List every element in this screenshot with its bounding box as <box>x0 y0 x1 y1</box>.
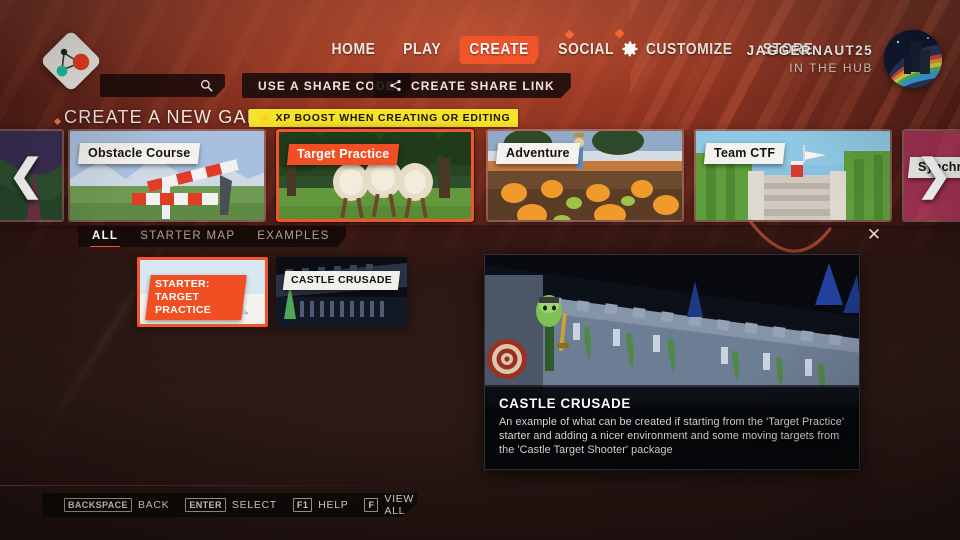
close-icon[interactable]: ✕ <box>866 226 882 243</box>
user-name: JAGGERNAUT25 <box>746 43 873 58</box>
thumbnail-starter-target-practice[interactable]: STARTER: TARGET PRACTICE <box>137 257 268 327</box>
carousel-card-adventure[interactable]: Adventure <box>486 129 684 222</box>
hint-back-label: BACK <box>137 499 170 511</box>
key-f: F <box>364 498 379 512</box>
hint-help: F1 HELP <box>292 498 349 512</box>
footer-hints: BACKSPACE BACK ENTER SELECT F1 HELP F VI… <box>42 493 417 517</box>
detail-description: An example of what can be created if sta… <box>499 416 844 456</box>
page-title: CREATE A NEW GAME <box>64 107 277 127</box>
create-share-link-label: CREATE SHARE LINK <box>411 78 555 93</box>
carousel-card-label: Adventure <box>495 143 580 164</box>
key-backspace: BACKSPACE <box>64 498 132 512</box>
carousel-card-team-ctf[interactable]: Team CTF <box>694 129 892 222</box>
detail-title: CASTLE CRUSADE <box>499 395 631 411</box>
search-icon[interactable] <box>200 79 213 92</box>
carousel-card-label: Obstacle Course <box>77 143 201 164</box>
key-f1: F1 <box>292 498 313 512</box>
carousel-prev-button[interactable]: ❮ <box>6 154 46 199</box>
filter-tabs: ALL STARTER MAP EXAMPLES <box>78 226 346 247</box>
avatar[interactable] <box>884 30 942 88</box>
share-icon <box>390 79 401 92</box>
carousel-card-obstacle-course[interactable]: Obstacle Course <box>68 129 266 222</box>
detail-preview-image <box>485 255 859 407</box>
template-carousel: Obstacle Course Target Practice Adventur… <box>0 129 960 222</box>
detail-panel: CASTLE CRUSADE An example of what can be… <box>484 254 860 470</box>
game-logo[interactable] <box>39 29 103 93</box>
create-share-link-button[interactable]: CREATE SHARE LINK <box>373 73 571 98</box>
detail-info: CASTLE CRUSADE An example of what can be… <box>485 387 859 469</box>
tab-examples[interactable]: EXAMPLES <box>257 230 329 243</box>
carousel-next-button[interactable]: ❯ <box>914 154 954 199</box>
footer-divider <box>0 485 420 486</box>
nav-item-home[interactable]: HOME <box>322 36 386 64</box>
thumbnail-castle-crusade[interactable]: CASTLE CRUSADE <box>276 257 407 327</box>
user-text: JAGGERNAUT25 IN THE HUB <box>747 43 873 75</box>
hint-back: BACKSPACE BACK <box>64 498 169 512</box>
nav-item-play[interactable]: PLAY <box>393 36 451 64</box>
thumbnail-label: CASTLE CRUSADE <box>282 271 401 290</box>
hint-help-label: HELP <box>318 499 349 511</box>
bolt-icon: ⚡ <box>257 112 272 125</box>
nav-item-create[interactable]: CREATE <box>459 36 540 64</box>
carousel-card-target-practice[interactable]: Target Practice <box>276 129 474 222</box>
xp-boost-badge: ⚡ XP BOOST WHEN CREATING OR EDITING <box>249 109 519 127</box>
nav-item-customize[interactable]: CUSTOMIZE <box>636 36 743 64</box>
logo-nodes-icon <box>56 48 90 77</box>
xp-boost-label: XP BOOST WHEN CREATING OR EDITING <box>275 112 511 124</box>
thumbnail-label: STARTER: TARGET PRACTICE <box>145 275 247 320</box>
tab-starter-map[interactable]: STARTER MAP <box>140 230 235 243</box>
tab-all[interactable]: ALL <box>89 230 121 247</box>
key-enter: ENTER <box>185 498 226 512</box>
app-root: HOME PLAY CREATE SOCIAL CUSTOMIZE STORE … <box>0 0 960 540</box>
user-info[interactable]: JAGGERNAUT25 IN THE HUB <box>747 30 942 88</box>
hint-select-label: SELECT <box>231 499 277 511</box>
gear-icon[interactable] <box>620 39 640 59</box>
carousel-card-label: Target Practice <box>286 144 400 165</box>
nav-item-social[interactable]: SOCIAL <box>549 36 625 64</box>
carousel-card-label: Team CTF <box>703 143 786 164</box>
search-box[interactable] <box>100 74 225 97</box>
user-status: IN THE HUB <box>789 61 873 75</box>
hint-select: ENTER SELECT <box>185 498 277 512</box>
